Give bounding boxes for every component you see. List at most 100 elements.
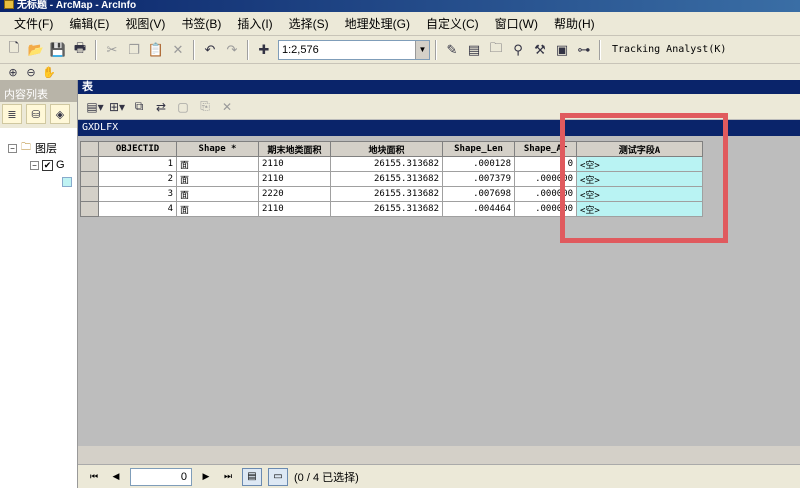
cell-shape-length[interactable]: .004464 (442, 201, 515, 217)
table-row[interactable]: 3 面 2220 26155.313682 .007698 .000000 <空… (80, 186, 703, 202)
cell-parcel-area[interactable]: 26155.313682 (330, 201, 443, 217)
table-name-tab[interactable]: GXDLFX (78, 120, 800, 136)
row-selector[interactable] (80, 156, 99, 172)
paste-icon[interactable]: 📋 (146, 40, 166, 60)
select-by-attributes-icon[interactable]: ⧉ (130, 98, 148, 116)
switch-selection-icon[interactable]: ⇄ (152, 98, 170, 116)
python-window-icon[interactable]: ▣ (552, 40, 572, 60)
cell-shape[interactable]: 面 (176, 201, 259, 217)
menu-file[interactable]: 文件(F) (6, 15, 61, 32)
undo-icon[interactable]: ↶ (200, 40, 220, 60)
new-icon[interactable]: 🗋 (4, 40, 24, 60)
cell-shape-area[interactable]: 0 (514, 156, 577, 172)
cell-shape-area[interactable]: .000000 (514, 186, 577, 202)
menu-help[interactable]: 帮助(H) (546, 15, 603, 32)
cell-parcel-area[interactable]: 26155.313682 (330, 186, 443, 202)
row-selector[interactable] (80, 186, 99, 202)
column-header-shape-area[interactable]: Shape_Ar (514, 141, 577, 157)
first-record-icon[interactable]: ⏮ (86, 469, 102, 485)
cell-shape-length[interactable]: .007379 (442, 171, 515, 187)
cell-test-field[interactable]: <空> (576, 201, 703, 217)
column-header-shape-length[interactable]: Shape_Len (442, 141, 515, 157)
cell-area-class[interactable]: 2110 (258, 201, 331, 217)
row-selector[interactable] (80, 201, 99, 217)
editor-toolbar-icon[interactable]: ✎ (442, 40, 462, 60)
cell-parcel-area[interactable]: 26155.313682 (330, 171, 443, 187)
table-corner-cell[interactable] (80, 141, 99, 157)
pan-icon[interactable]: ✋ (42, 65, 56, 79)
column-header-area-class[interactable]: 期末地类面积 (258, 141, 331, 157)
menu-view[interactable]: 视图(V) (117, 15, 173, 32)
menu-customize[interactable]: 自定义(C) (418, 15, 487, 32)
delete-selected-icon[interactable]: ✕ (218, 98, 236, 116)
cell-shape[interactable]: 面 (176, 156, 259, 172)
cell-shape[interactable]: 面 (176, 186, 259, 202)
cell-test-field[interactable]: <空> (576, 171, 703, 187)
zoom-in-icon[interactable]: ⊕ (6, 65, 20, 79)
open-icon[interactable]: 📂 (26, 40, 46, 60)
last-record-icon[interactable]: ⏭ (220, 469, 236, 485)
menu-edit[interactable]: 编辑(E) (61, 15, 117, 32)
menu-windows[interactable]: 窗口(W) (487, 15, 546, 32)
menu-selection[interactable]: 选择(S) (281, 15, 337, 32)
related-tables-icon[interactable]: ⊞▾ (108, 98, 126, 116)
table-row[interactable]: 1 面 2110 26155.313682 .000128 0 <空> (80, 156, 703, 172)
cell-area-class[interactable]: 2110 (258, 156, 331, 172)
cell-shape-area[interactable]: .000000 (514, 171, 577, 187)
toc-layers-row[interactable]: − 🗀 图层 (8, 140, 57, 156)
search-window-icon[interactable]: ⚲ (508, 40, 528, 60)
cut-icon[interactable]: ✂ (102, 40, 122, 60)
menu-geoprocessing[interactable]: 地理处理(G) (337, 15, 418, 32)
cell-area-class[interactable]: 2220 (258, 186, 331, 202)
toc-layer-row[interactable]: − ✔ G (30, 159, 65, 171)
column-header-test-field[interactable]: 测试字段A (576, 141, 703, 157)
zoom-to-selected-icon[interactable]: ⎘ (196, 98, 214, 116)
show-all-records-icon[interactable]: ▤ (242, 467, 262, 486)
column-header-shape[interactable]: Shape * (176, 141, 259, 157)
cell-parcel-area[interactable]: 26155.313682 (330, 156, 443, 172)
clear-selection-icon[interactable]: ▢ (174, 98, 192, 116)
cell-test-field[interactable]: <空> (576, 186, 703, 202)
show-selected-records-icon[interactable]: ▭ (268, 467, 288, 486)
cell-objectid[interactable]: 4 (98, 201, 177, 217)
delete-icon[interactable]: ✕ (168, 40, 188, 60)
list-by-visibility-icon[interactable]: ◈ (50, 104, 70, 124)
cell-shape[interactable]: 面 (176, 171, 259, 187)
current-record-field[interactable]: 0 (130, 467, 192, 486)
print-icon[interactable]: 🖶 (70, 40, 90, 60)
cell-area-class[interactable]: 2110 (258, 171, 331, 187)
menu-insert[interactable]: 插入(I) (229, 15, 280, 32)
table-row[interactable]: 4 面 2110 26155.313682 .004464 .000000 <空… (80, 201, 703, 217)
layer-visibility-checkbox[interactable]: ✔ (42, 159, 53, 171)
cell-test-field[interactable]: <空> (576, 156, 703, 172)
map-scale-combobox[interactable]: 1:2,576 ▼ (278, 39, 430, 60)
cell-objectid[interactable]: 3 (98, 186, 177, 202)
chevron-down-icon[interactable]: ▼ (415, 40, 429, 59)
menu-bookmarks[interactable]: 书签(B) (173, 15, 229, 32)
add-data-icon[interactable]: ✚ (254, 40, 274, 60)
cell-shape-area[interactable]: .000000 (514, 201, 577, 217)
arctoolbox-icon[interactable]: ⚒ (530, 40, 550, 60)
next-record-icon[interactable]: ▶ (198, 469, 214, 485)
row-selector[interactable] (80, 171, 99, 187)
collapse-icon[interactable]: − (30, 160, 39, 170)
cell-shape-length[interactable]: .000128 (442, 156, 515, 172)
list-by-drawing-order-icon[interactable]: ≣ (2, 104, 22, 124)
previous-record-icon[interactable]: ◀ (108, 469, 124, 485)
cell-objectid[interactable]: 2 (98, 171, 177, 187)
table-of-contents-icon[interactable]: ▤ (464, 40, 484, 60)
cell-objectid[interactable]: 1 (98, 156, 177, 172)
list-by-source-icon[interactable]: ⛁ (26, 104, 46, 124)
copy-icon[interactable]: ❐ (124, 40, 144, 60)
model-builder-icon[interactable]: ⊶ (574, 40, 594, 60)
column-header-objectid[interactable]: OBJECTID (98, 141, 177, 157)
column-header-parcel-area[interactable]: 地块面积 (330, 141, 443, 157)
table-row[interactable]: 2 面 2110 26155.313682 .007379 .000000 <空… (80, 171, 703, 187)
table-options-icon[interactable]: ▤▾ (86, 98, 104, 116)
zoom-out-icon[interactable]: ⊖ (24, 65, 38, 79)
collapse-icon[interactable]: − (8, 143, 17, 153)
tracking-analyst-toolbar-label[interactable]: Tracking Analyst(K) (612, 44, 726, 55)
catalog-icon[interactable]: 🗀 (486, 40, 506, 60)
cell-shape-length[interactable]: .007698 (442, 186, 515, 202)
redo-icon[interactable]: ↷ (222, 40, 242, 60)
